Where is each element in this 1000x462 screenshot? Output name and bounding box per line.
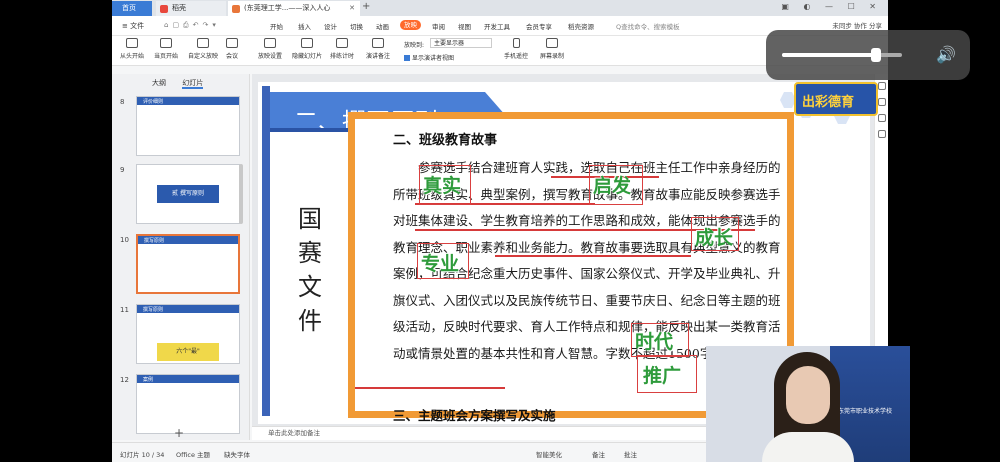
tab-member[interactable]: 会员专享 [526,21,552,31]
new-tab-icon[interactable]: + [362,1,370,12]
meeting-icon [226,38,238,48]
close-tab-icon[interactable]: ✕ [349,1,355,16]
monitor-label: 放映到: [404,42,425,49]
slide-counter: 幻灯片 10 / 34 [120,451,165,459]
file-menu[interactable]: ≡ 文件 [122,21,144,31]
panel-scrollbar[interactable] [239,164,243,224]
slide-thumbnail-panel: 大纲 幻灯片 8 评价细则 9 贰 撰写原则 10 撰写原则 11 撰写原则 六个… [112,74,250,440]
webcam-overlay: 东莞市职业技术学校 [706,346,910,462]
slide-thumb-8[interactable]: 8 评价细则 [118,96,244,160]
volume-overlay: 🔊 [766,30,970,80]
custom-show-button[interactable]: 自定义放映 [188,38,218,60]
comment-toggle-button[interactable]: 批注 [624,449,637,459]
phone-remote-button[interactable]: 手机遥控 [504,38,528,60]
tab-home[interactable]: 首页 [112,1,152,16]
stamp-era: 时代 [635,331,674,353]
panel-tabs: 大纲 幻灯片 [152,78,217,89]
slide-frame-accent [262,86,270,416]
play-current-button[interactable]: 当页开始 [154,38,178,60]
missing-font-button[interactable]: 缺失字体 [224,449,250,459]
thumbnail[interactable]: 案例 [136,374,240,434]
cloud-share-area[interactable]: 未同步 协作 分享 [832,20,882,30]
tab-outline[interactable]: 大纲 [152,79,166,87]
record-icon [546,38,558,48]
show-settings-button[interactable]: 放映设置 [258,38,282,60]
stamp-authentic: 真实 [423,175,462,197]
notes-toggle-button[interactable]: 备注 [592,449,605,459]
document-tab-bar: 首页 稻壳 (东莞理工学...——深入人心 ✕ + ▣ ◐ — ☐ ✕ [112,0,888,16]
stamp-promote: 推广 [643,365,682,387]
format-icon[interactable] [877,98,886,106]
volume-knob[interactable] [870,48,881,62]
command-search-input[interactable]: Q查找命令、搜索模板 [616,21,680,31]
docer-icon [160,5,168,13]
speaker-notes-button[interactable]: 演讲备注 [366,38,390,60]
quick-access-icons[interactable]: ⌂▢⎙↶↷▾ [164,21,220,30]
thumbnail[interactable]: 评价细则 [136,96,240,156]
select-icon[interactable] [877,82,886,90]
search-icon[interactable] [877,130,886,138]
hide-slide-button[interactable]: 隐藏幻灯片 [292,38,322,60]
help-icon[interactable] [877,114,886,122]
tab-slides[interactable]: 幻灯片 [182,79,204,89]
presenter-face [786,366,830,424]
phone-icon [512,38,520,48]
ppt-icon [232,5,240,13]
stamp-inspiring: 启发 [593,175,632,197]
timer-icon [336,38,348,48]
monitor-select[interactable]: 主要显示器 [430,38,492,48]
notes-icon [372,38,384,48]
next-section-heading: 三、主题班会方案撰写及实施 [393,408,556,423]
volume-fill [782,53,876,57]
thumbnail[interactable]: 贰 撰写原则 [136,164,240,224]
add-slide-icon[interactable]: + [174,426,184,440]
window-controls[interactable]: ▣ ◐ — ☐ ✕ [781,2,882,11]
side-vertical-title: 国赛文件 [298,205,322,335]
tab-insert[interactable]: 插入 [298,21,311,31]
tab-review[interactable]: 审阅 [432,21,445,31]
theme-name: Office 主题 [176,451,211,459]
volume-slider[interactable] [782,53,902,57]
meeting-button[interactable]: 会议 [226,38,238,60]
channel-logo: 出彩德育 [794,82,878,116]
tab-view[interactable]: 视图 [458,21,471,31]
tab-design[interactable]: 设计 [324,21,337,31]
checkbox-checked-icon [404,55,410,61]
smart-beautify-button[interactable]: 智能美化 [536,449,562,459]
tab-slideshow[interactable]: 放映 [400,20,421,30]
excerpt-heading: 二、班级教育故事 [393,133,498,148]
tab-developer[interactable]: 开发工具 [484,21,510,31]
settings-icon [264,38,276,48]
stamp-professional: 专业 [421,253,460,275]
play-current-icon [160,38,172,48]
play-from-start-button[interactable]: 从头开始 [120,38,144,60]
screen-record-button[interactable]: 屏幕录制 [540,38,564,60]
thumbnail[interactable]: 撰写原则 六个"最" [136,304,240,364]
tab-docer-resources[interactable]: 稻壳资源 [568,21,594,31]
underline-mark [355,387,505,389]
tab-start[interactable]: 开始 [270,21,283,31]
slide-thumb-10[interactable]: 10 撰写原则 [118,234,244,298]
underline-mark [495,255,691,257]
tab-docer[interactable]: 稻壳 [156,1,226,16]
custom-show-icon [197,38,209,48]
slide-thumb-11[interactable]: 11 撰写原则 六个"最" [118,304,244,368]
presenter-shirt [762,432,854,462]
speaker-icon: 🔊 [936,45,956,64]
thumbnail-selected[interactable]: 撰写原则 [136,234,240,294]
slide-thumb-9[interactable]: 9 贰 撰写原则 [118,164,244,228]
tab-presentation[interactable]: (东莞理工学...——深入人心 ✕ [228,1,360,16]
tab-transition[interactable]: 切换 [350,21,363,31]
play-icon [126,38,138,48]
tab-animation[interactable]: 动画 [376,21,389,31]
stamp-growth: 成长 [695,227,734,249]
presenter-view-checkbox[interactable]: 显示演讲者视图 [404,53,454,62]
rehearse-timing-button[interactable]: 排练计时 [330,38,354,60]
hide-icon [301,38,313,48]
